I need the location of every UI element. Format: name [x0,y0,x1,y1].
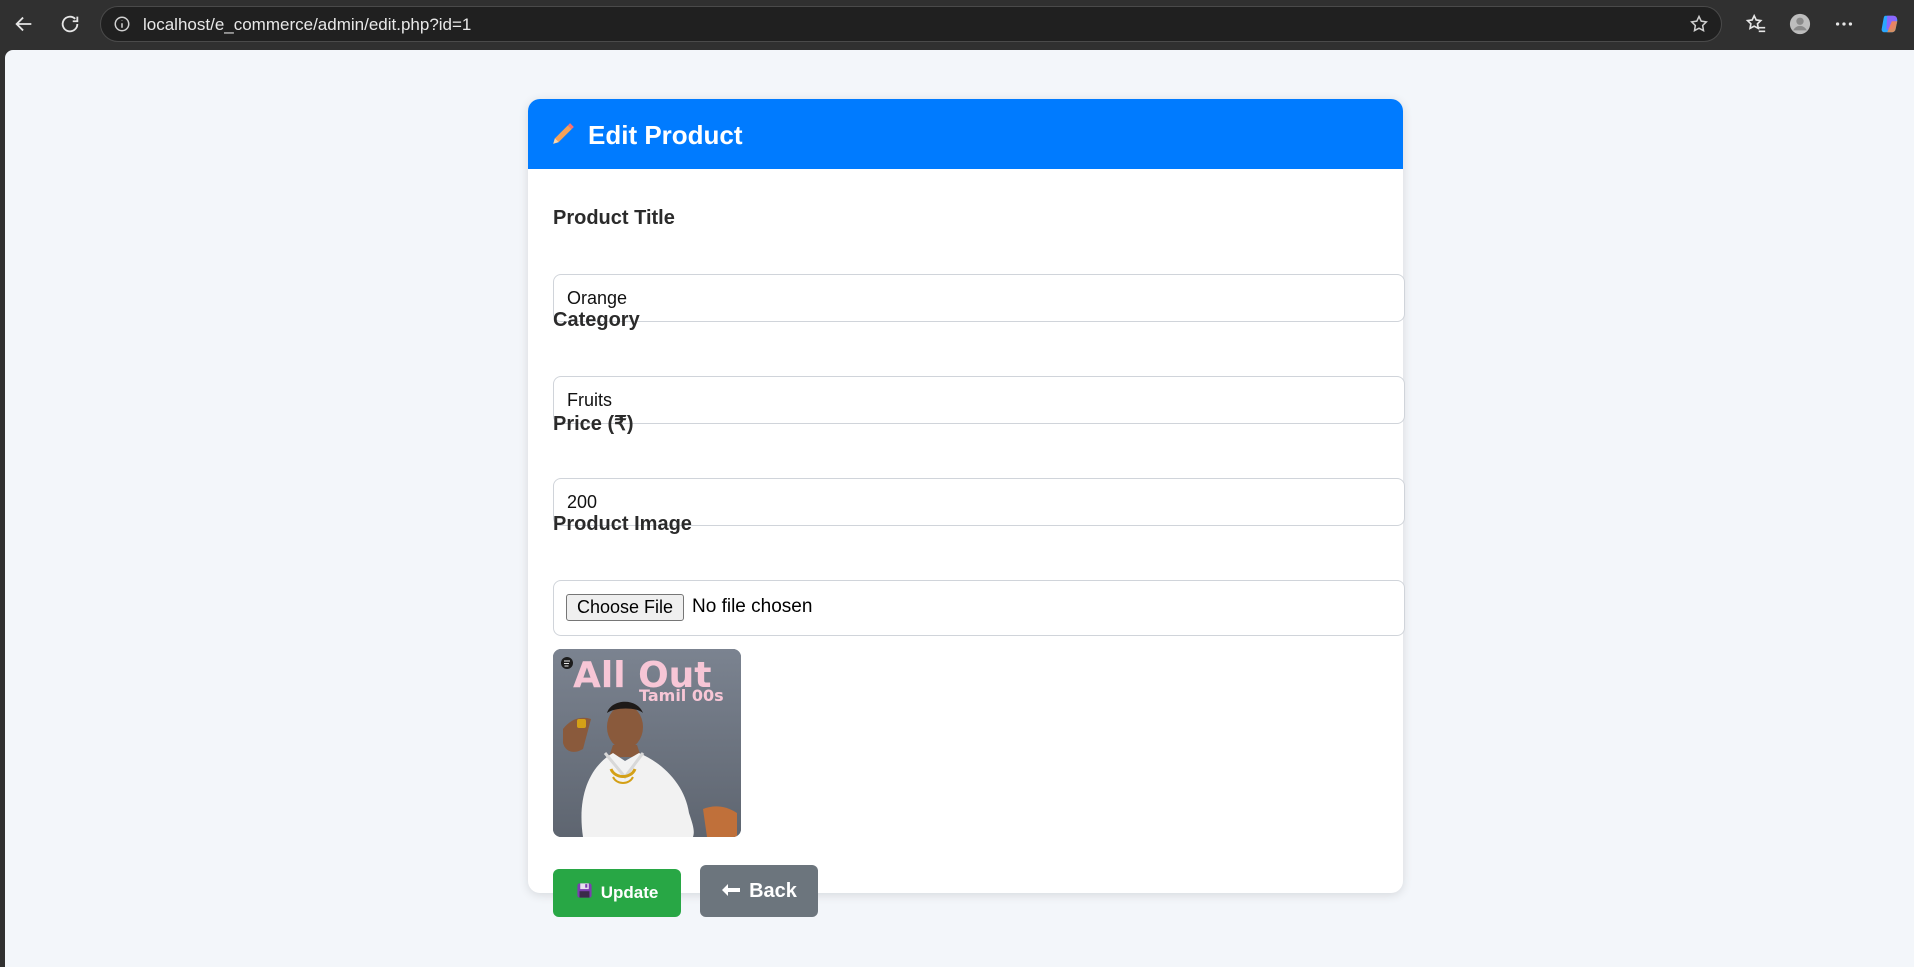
product-title-input[interactable]: Orange [553,274,1405,322]
info-icon[interactable] [113,15,131,33]
category-label: Category [553,309,640,331]
browser-toolbar: localhost/e_commerce/admin/edit.php?id=1 [0,0,1914,48]
product-title-value[interactable]: Orange [567,288,627,309]
reload-icon[interactable] [56,10,84,38]
back-button-label: Back [749,879,797,902]
pencil-icon [553,123,574,144]
back-button[interactable]: Back [700,865,818,917]
url-text[interactable]: localhost/e_commerce/admin/edit.php?id=1 [143,15,471,35]
product-image-file-input[interactable]: Choose File No file chosen [553,580,1405,636]
category-input[interactable]: Fruits [553,376,1405,424]
copilot-icon[interactable] [1876,10,1904,38]
update-button-label: Update [600,883,659,902]
profile-avatar-icon[interactable] [1786,10,1814,38]
address-bar[interactable]: localhost/e_commerce/admin/edit.php?id=1 [100,6,1722,42]
preview-subtitle-text: Tamil 00s [639,686,724,705]
page-viewport: Edit Product Product Title Orange Catego… [5,50,1914,967]
product-image-preview: All Out Tamil 00s [553,649,741,837]
floppy-disk-icon [576,882,593,904]
edit-product-card: Edit Product Product Title Orange Catego… [528,99,1405,917]
left-arrow-icon [721,880,741,903]
price-value[interactable]: 200 [567,492,597,513]
category-value[interactable]: Fruits [567,390,612,411]
product-image-label: Product Image [553,513,692,535]
price-label: Price (₹) [553,413,634,435]
choose-file-button[interactable]: Choose File [566,594,684,621]
page-title: Edit Product [588,120,743,150]
file-status-text: No file chosen [692,596,813,617]
back-arrow-icon[interactable] [10,10,38,38]
card-header: Edit Product [528,99,1403,169]
update-button[interactable]: Update [553,869,681,917]
star-icon[interactable] [1689,14,1709,34]
favorites-icon[interactable] [1742,10,1770,38]
product-title-label: Product Title [553,207,675,229]
more-options-icon[interactable] [1830,10,1858,38]
